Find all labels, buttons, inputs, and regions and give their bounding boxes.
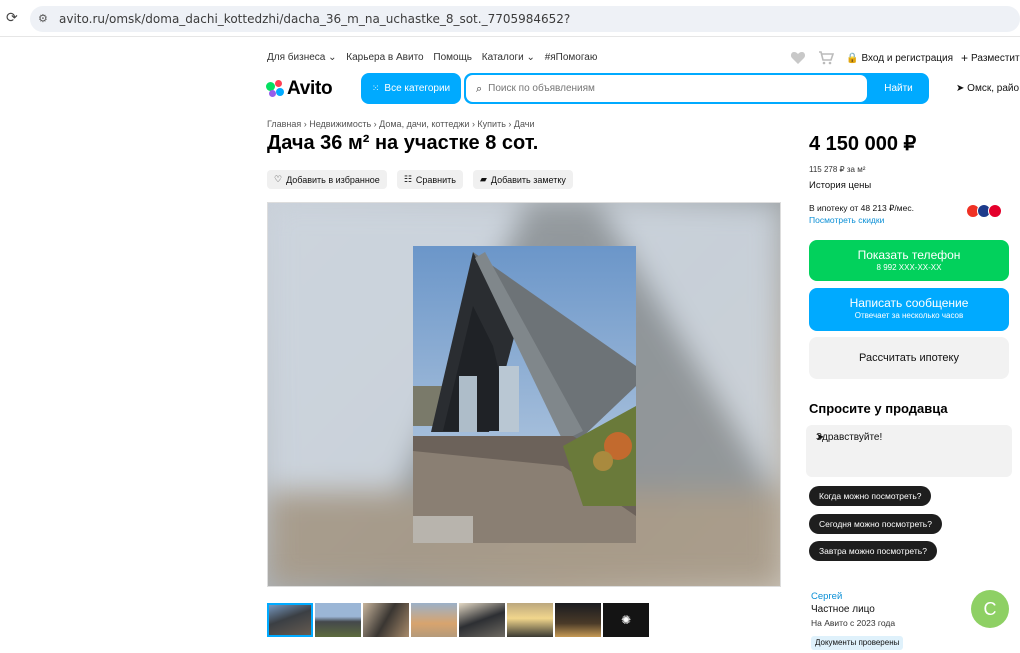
thumbnail-2[interactable] bbox=[315, 603, 361, 637]
avatar[interactable]: С bbox=[971, 590, 1009, 628]
send-icon[interactable]: ➤ bbox=[816, 432, 1004, 443]
thumbnail-4[interactable] bbox=[411, 603, 457, 637]
search-input[interactable] bbox=[488, 83, 849, 94]
logo-dots-icon bbox=[266, 80, 284, 98]
add-note-label: Добавить заметку bbox=[490, 174, 566, 185]
show-phone-button[interactable]: Показать телефон 8 992 XXX-XX-XX bbox=[809, 240, 1009, 281]
breadcrumb[interactable]: Главная › Недвижимость › Дома, дачи, кот… bbox=[267, 119, 535, 129]
location-label: Омск, райо bbox=[967, 83, 1020, 94]
avito-logo[interactable]: Avito bbox=[266, 78, 333, 100]
ask-seller-input[interactable]: Здравствуйте! ➤ bbox=[806, 425, 1012, 477]
listing-actions: ♡ Добавить в избранное ☷ Сравнить ▰ Доба… bbox=[267, 170, 583, 189]
price-per-m2: 115 278 ₽ за м² bbox=[809, 165, 866, 174]
post-ad-link[interactable]: Разместить bbox=[971, 53, 1020, 64]
thumbnail-5[interactable] bbox=[459, 603, 505, 637]
nav-ya-pomogayu[interactable]: #яПомогаю bbox=[545, 52, 598, 63]
bank-logo-icon bbox=[988, 204, 1002, 218]
url-text[interactable]: avito.ru/omsk/doma_dachi_kottedzhi/dacha… bbox=[59, 12, 570, 26]
favorites-heart-icon[interactable] bbox=[790, 51, 806, 65]
quick-question-3[interactable]: Завтра можно посмотреть? bbox=[809, 541, 937, 561]
thumbnail-more[interactable]: ✺ bbox=[603, 603, 649, 637]
top-navigation: Для бизнеса ⌄ Карьера в Авито Помощь Кат… bbox=[267, 52, 604, 66]
price-history-link[interactable]: История цены bbox=[809, 180, 871, 191]
nav-help[interactable]: Помощь bbox=[433, 52, 472, 63]
search-icon: ⌕ bbox=[476, 81, 483, 95]
all-categories-button[interactable]: ⁙ Все категории bbox=[361, 73, 461, 104]
top-right-actions: 🔒 Вход и регистрация + Разместить bbox=[790, 49, 1020, 67]
page-title: Дача 36 м² на участке 8 сот. bbox=[267, 132, 539, 154]
main-photo[interactable] bbox=[413, 246, 636, 543]
search-bar: ⌕ Найти bbox=[464, 73, 929, 104]
login-link[interactable]: Вход и регистрация bbox=[861, 53, 953, 64]
site-info-icon[interactable]: ⚙ bbox=[38, 12, 48, 25]
phone-masked: 8 992 XXX-XX-XX bbox=[876, 263, 942, 272]
add-to-favorites-label: Добавить в избранное bbox=[286, 174, 380, 185]
seller-type: Частное лицо bbox=[811, 604, 875, 615]
thumbnail-1[interactable] bbox=[267, 603, 313, 637]
search-button[interactable]: Найти bbox=[868, 73, 929, 104]
reload-icon[interactable]: ⟳ bbox=[6, 10, 22, 26]
thumbnail-strip: ✺ bbox=[267, 603, 651, 637]
write-message-label: Написать сообщение bbox=[849, 296, 969, 310]
thumbnail-7[interactable] bbox=[555, 603, 601, 637]
seller-name-link[interactable]: Сергей bbox=[811, 591, 842, 602]
docs-verified-badge: Документы проверены bbox=[811, 636, 904, 650]
thumbnail-6[interactable] bbox=[507, 603, 553, 637]
compare-button[interactable]: ☷ Сравнить bbox=[396, 170, 463, 189]
bank-logos bbox=[966, 204, 1002, 218]
plus-icon: + bbox=[961, 51, 969, 65]
compare-icon: ☷ bbox=[403, 174, 412, 185]
logo-text: Avito bbox=[287, 78, 333, 99]
nav-career[interactable]: Карьера в Авито bbox=[346, 52, 423, 63]
nav-catalogs[interactable]: Каталоги ⌄ bbox=[482, 52, 535, 63]
add-to-favorites-button[interactable]: ♡ Добавить в избранное bbox=[267, 170, 387, 189]
gallery-more-icon: ✺ bbox=[620, 613, 632, 627]
price: 4 150 000 ₽ bbox=[809, 133, 917, 155]
mortgage-offer: В ипотеку от 48 213 ₽/мес. bbox=[809, 203, 914, 213]
add-note-button[interactable]: ▰ Добавить заметку bbox=[473, 170, 573, 189]
nav-for-business[interactable]: Для бизнеса ⌄ bbox=[267, 52, 337, 63]
address-bar[interactable]: ⚙ avito.ru/omsk/doma_dachi_kottedzhi/dac… bbox=[30, 6, 1020, 32]
seller-since: На Авито с 2023 года bbox=[811, 618, 896, 628]
lock-icon: 🔒 bbox=[846, 52, 859, 64]
grid-icon: ⁙ bbox=[371, 83, 380, 93]
write-message-button[interactable]: Написать сообщение Отвечает за несколько… bbox=[809, 288, 1009, 331]
location-arrow-icon: ➤ bbox=[956, 83, 965, 94]
compare-label: Сравнить bbox=[415, 174, 456, 185]
reply-time: Отвечает за несколько часов bbox=[854, 311, 964, 320]
location-selector[interactable]: ➤ Омск, райо bbox=[956, 83, 1019, 94]
cart-icon[interactable] bbox=[818, 51, 834, 65]
heart-icon: ♡ bbox=[274, 174, 283, 185]
see-discounts-link[interactable]: Посмотреть скидки bbox=[809, 215, 884, 225]
browser-toolbar: ⟳ ⚙ avito.ru/omsk/doma_dachi_kottedzhi/d… bbox=[0, 0, 1020, 37]
all-categories-label: Все категории bbox=[384, 83, 451, 94]
quick-question-2[interactable]: Сегодня можно посмотреть? bbox=[809, 514, 942, 534]
quick-question-1[interactable]: Когда можно посмотреть? bbox=[809, 486, 932, 506]
ask-seller-title: Спросите у продавца bbox=[809, 401, 948, 416]
thumbnail-3[interactable] bbox=[363, 603, 409, 637]
photo-gallery[interactable] bbox=[267, 202, 781, 587]
calculate-mortgage-button[interactable]: Рассчитать ипотеку bbox=[809, 337, 1009, 379]
show-phone-label: Показать телефон bbox=[857, 248, 961, 262]
note-icon: ▰ bbox=[480, 174, 487, 185]
search-field-wrapper: ⌕ bbox=[466, 75, 867, 102]
